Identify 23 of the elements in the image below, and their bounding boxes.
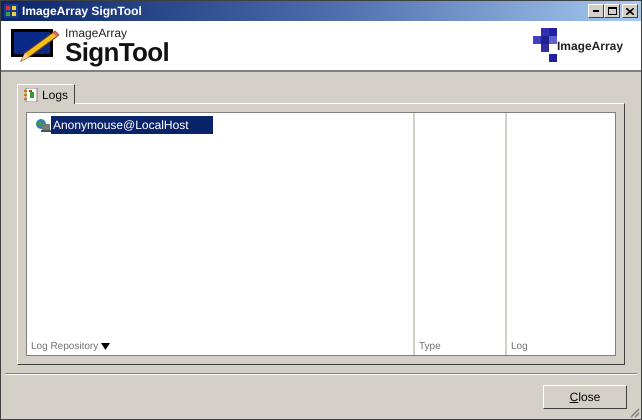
- column-header[interactable]: Log: [511, 339, 528, 354]
- minimize-button[interactable]: [588, 4, 604, 18]
- product-subtitle: ImageArray: [65, 26, 128, 38]
- tree-item[interactable]: Anonymouse@LocalHost: [35, 116, 413, 134]
- notebook-icon: [24, 88, 38, 102]
- maximize-icon: [608, 7, 616, 15]
- minimize-icon: [593, 10, 599, 12]
- resize-grip-icon[interactable]: [628, 406, 640, 418]
- brand-name: ImageArray: [556, 38, 623, 54]
- close-button[interactable]: [622, 4, 638, 18]
- close-icon: [626, 8, 634, 14]
- tab[interactable]: Logs: [17, 84, 76, 104]
- product-title: SignTool: [65, 38, 170, 64]
- monitor-pencil-icon: [11, 26, 59, 64]
- filter-icon[interactable]: [101, 343, 110, 350]
- column-header[interactable]: Log Repository: [31, 339, 98, 354]
- app-icon: [4, 4, 18, 18]
- column-header[interactable]: Type: [419, 339, 441, 354]
- window-title: ImageArray SignTool: [22, 3, 143, 20]
- globe-computer-icon: [35, 118, 51, 132]
- close-dialog-button[interactable]: Close: [543, 385, 627, 409]
- maximize-button[interactable]: [604, 4, 620, 18]
- grid-logo-icon: [530, 28, 557, 64]
